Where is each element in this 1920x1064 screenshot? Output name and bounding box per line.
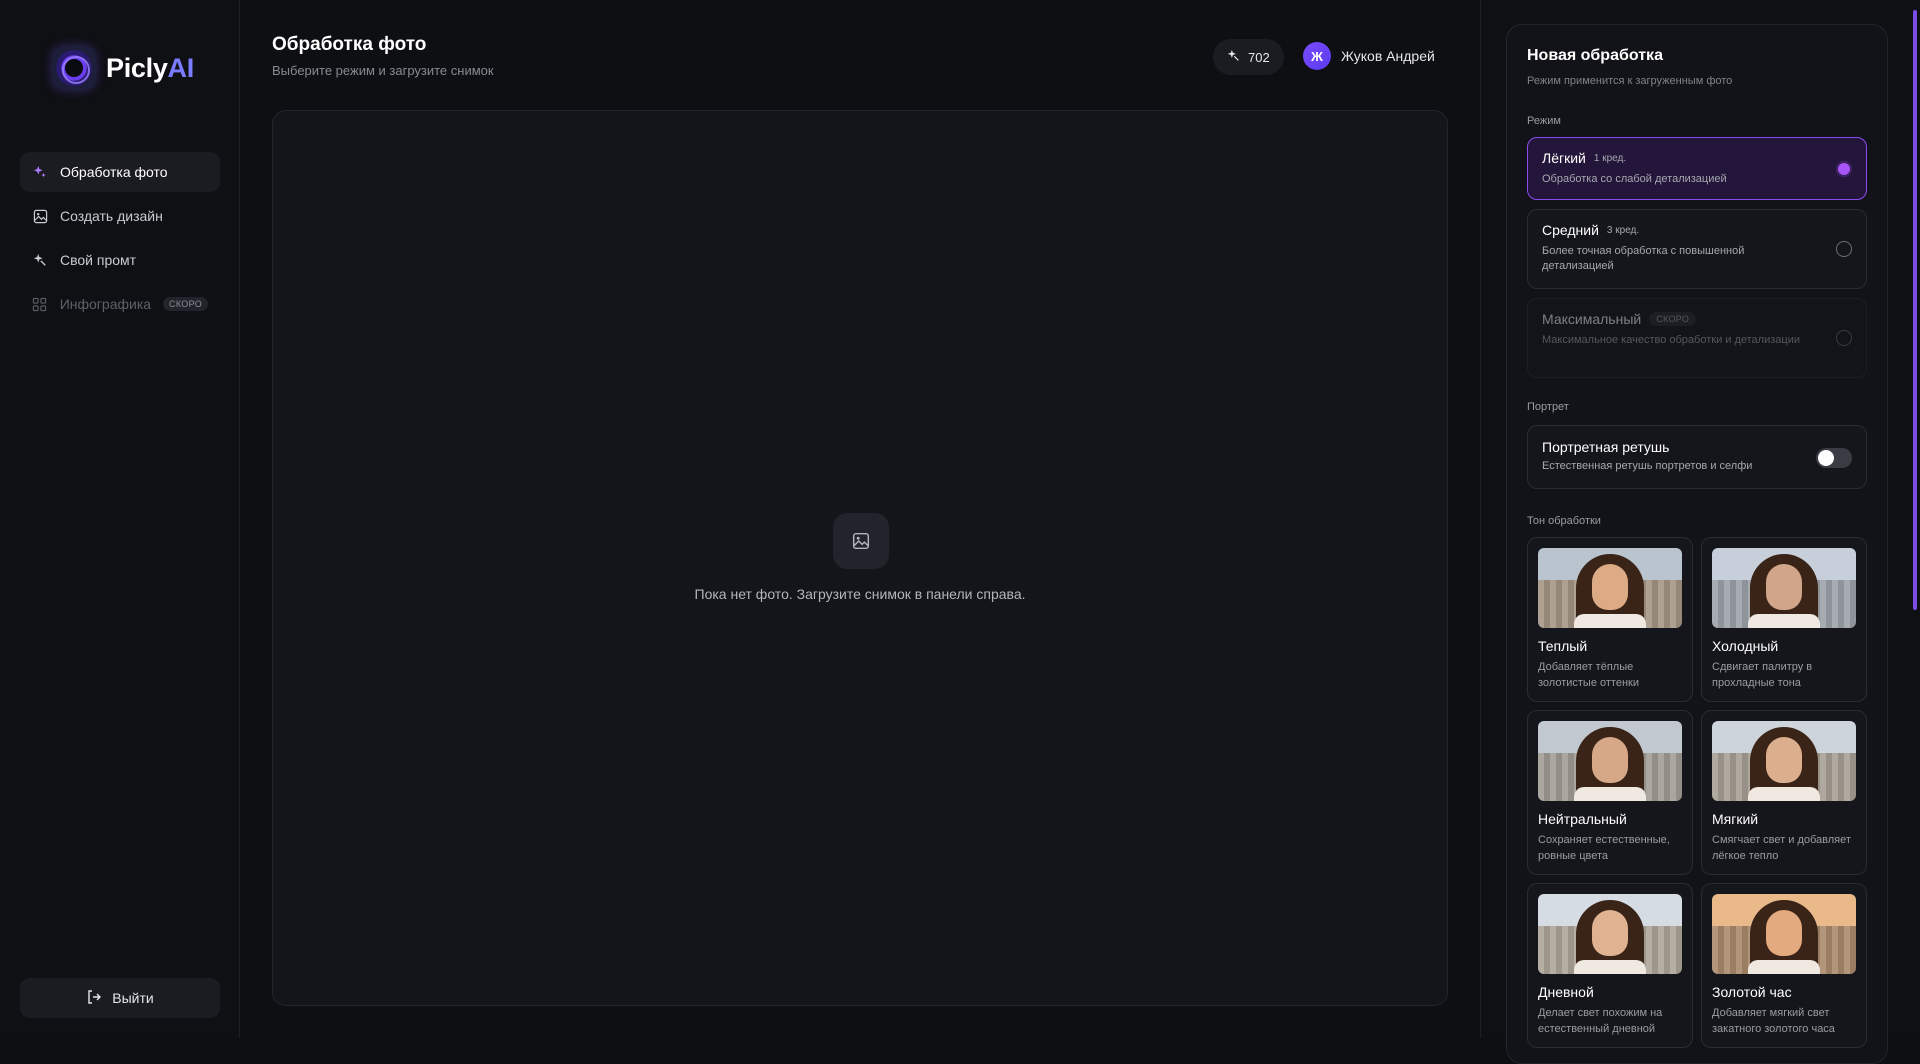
sparkles-icon	[1227, 49, 1240, 65]
avatar: Ж	[1303, 42, 1331, 70]
scrollbar-thumb[interactable]	[1913, 10, 1917, 610]
mode-cost: 3 кред.	[1606, 224, 1640, 236]
tone-section-label: Тон обработки	[1527, 515, 1601, 527]
mode-desc: Максимальное качество обработки и детали…	[1542, 334, 1800, 346]
settings-panel-wrapper: Новая обработка Режим применится к загру…	[1480, 0, 1920, 1064]
tone-name: Золотой час	[1712, 984, 1792, 1000]
tone-desc: Сохраняет естественные, ровные цвета	[1538, 834, 1670, 862]
tone-card-neutral[interactable]: Нейтральный Сохраняет естественные, ровн…	[1527, 710, 1693, 875]
mode-option-medium[interactable]: Средний 3 кред. Более точная обработка с…	[1527, 209, 1867, 289]
magic-icon	[32, 252, 48, 268]
sidebar: PiclyAI Обработка фото Создать дизайн Св…	[0, 0, 240, 1038]
page-subtitle: Выберите режим и загрузите снимок	[272, 63, 494, 78]
sidebar-nav: Обработка фото Создать дизайн Свой промт…	[20, 152, 220, 328]
mode-desc: Более точная обработка с повышенной дета…	[1542, 245, 1745, 272]
user-name: Жуков Андрей	[1341, 48, 1435, 64]
mode-section-label: Режим	[1527, 115, 1561, 127]
sidebar-item-label: Обработка фото	[60, 164, 168, 180]
logout-icon	[86, 989, 102, 1008]
tone-card-soft[interactable]: Мягкий Смягчает свет и добавляет лёгкое …	[1701, 710, 1867, 875]
panel-title: Новая обработка	[1527, 47, 1663, 64]
sidebar-item-create-design[interactable]: Создать дизайн	[20, 196, 220, 236]
tone-card-golden-hour[interactable]: Золотой час Добавляет мягкий свет закатн…	[1701, 883, 1867, 1048]
sparkles-icon	[32, 164, 48, 180]
radio[interactable]	[1836, 241, 1852, 257]
sidebar-item-infographics: Инфографика СКОРО	[20, 284, 220, 324]
image-icon	[32, 208, 48, 224]
grid-icon	[32, 296, 48, 312]
sidebar-item-label: Инфографика	[59, 296, 152, 312]
tone-preview-image	[1538, 548, 1682, 628]
mode-cost: 1 кред.	[1593, 152, 1627, 164]
sidebar-item-label: Свой промт	[60, 252, 137, 268]
sidebar-item-custom-prompt[interactable]: Свой промт	[20, 240, 220, 280]
logo-text: PiclyAI	[106, 52, 194, 83]
panel-scrollbar[interactable]	[1910, 0, 1920, 1038]
empty-state-text: Пока нет фото. Загрузите снимок в панели…	[694, 586, 1026, 602]
mode-name: Лёгкий	[1542, 150, 1586, 166]
tone-preview-image	[1712, 721, 1856, 801]
tone-desc: Сдвигает палитру в прохладные тона	[1712, 661, 1813, 689]
portrait-retouch-row[interactable]: Портретная ретушь Естественная ретушь по…	[1527, 425, 1867, 489]
tone-desc: Добавляет мягкий свет закатного золотого…	[1712, 1007, 1835, 1035]
mode-option-light[interactable]: Лёгкий 1 кред. Обработка со слабой детал…	[1527, 137, 1867, 200]
soon-badge: СКОРО	[163, 297, 208, 311]
credits-count: 702	[1248, 49, 1270, 65]
page-title: Обработка фото	[272, 34, 427, 55]
tone-desc: Смягчает свет и добавляет лёгкое тепло	[1712, 834, 1851, 862]
mode-name: Максимальный	[1542, 311, 1642, 327]
panel-subtitle: Режим применится к загруженным фото	[1527, 75, 1733, 87]
tone-preview-image	[1712, 548, 1856, 628]
tone-desc: Делает свет похожим на естественный днев…	[1538, 1007, 1663, 1035]
tone-name: Холодный	[1712, 638, 1779, 654]
retouch-desc: Естественная ретушь портретов и селфи	[1542, 460, 1753, 472]
tone-card-warm[interactable]: Теплый Добавляет тёплые золотистые оттен…	[1527, 537, 1693, 702]
logout-label: Выйти	[112, 990, 154, 1006]
tone-card-cold[interactable]: Холодный Сдвигает палитру в прохладные т…	[1701, 537, 1867, 702]
tone-name: Нейтральный	[1538, 811, 1627, 827]
radio-selected[interactable]	[1836, 160, 1852, 177]
mode-option-max: Максимальный СКОРО Максимальное качество…	[1527, 298, 1867, 378]
tone-name: Теплый	[1538, 638, 1588, 654]
radio	[1836, 330, 1852, 346]
logo[interactable]: PiclyAI	[52, 46, 194, 90]
tone-name: Дневной	[1538, 984, 1594, 1000]
mode-desc: Обработка со слабой детализацией	[1542, 173, 1727, 185]
mode-name: Средний	[1542, 222, 1599, 238]
tone-card-daylight[interactable]: Дневной Делает свет похожим на естествен…	[1527, 883, 1693, 1048]
tone-preview-image	[1538, 894, 1682, 974]
image-placeholder-icon	[833, 513, 889, 569]
new-processing-panel: Новая обработка Режим применится к загру…	[1506, 24, 1888, 1064]
portrait-retouch-toggle[interactable]	[1816, 448, 1852, 468]
sidebar-item-photo-processing[interactable]: Обработка фото	[20, 152, 220, 192]
tone-name: Мягкий	[1712, 811, 1759, 827]
tone-preview-image	[1538, 721, 1682, 801]
portrait-section-label: Портрет	[1527, 401, 1569, 413]
soon-badge: СКОРО	[1649, 312, 1697, 326]
photo-canvas: Пока нет фото. Загрузите снимок в панели…	[272, 110, 1448, 1006]
user-menu[interactable]: Ж Жуков Андрей	[1303, 42, 1435, 70]
tone-desc: Добавляет тёплые золотистые оттенки	[1538, 661, 1639, 689]
tone-preview-image	[1712, 894, 1856, 974]
logout-button[interactable]: Выйти	[20, 978, 220, 1018]
retouch-title: Портретная ретушь	[1542, 439, 1670, 455]
tone-grid: Теплый Добавляет тёплые золотистые оттен…	[1527, 537, 1867, 1048]
sidebar-item-label: Создать дизайн	[60, 208, 163, 224]
credits-badge[interactable]: 702	[1213, 39, 1284, 75]
main-area: Обработка фото Выберите режим и загрузит…	[240, 0, 1480, 1038]
logo-icon	[52, 46, 96, 90]
